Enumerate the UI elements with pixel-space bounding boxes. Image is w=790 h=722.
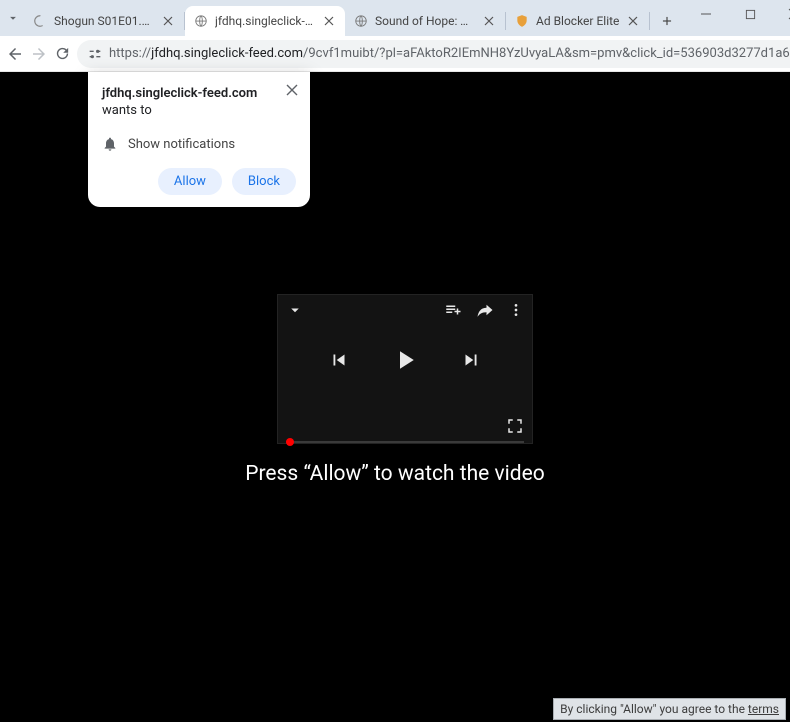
close-popup-button[interactable] — [284, 82, 300, 98]
terms-text: By clicking "Allow" you agree to the — [560, 702, 748, 716]
more-vert-icon — [508, 302, 524, 318]
close-window-button[interactable] — [772, 0, 790, 28]
notification-permission-popup: jfdhq.singleclick-feed.com wants to Show… — [88, 72, 310, 207]
site-settings-icon[interactable] — [87, 46, 103, 62]
forward-button[interactable] — [30, 40, 48, 68]
terms-tooltip: By clicking "Allow" you agree to the ter… — [553, 698, 786, 720]
url-host: jfdhq.singleclick-feed.com — [151, 46, 303, 61]
forward-icon — [30, 45, 48, 63]
page-content: Press “Allow” to watch the video jfdhq.s… — [0, 72, 790, 722]
globe-icon — [353, 13, 369, 29]
window-controls — [684, 0, 790, 36]
instruction-text: Press “Allow” to watch the video — [0, 462, 790, 486]
back-button[interactable] — [6, 40, 24, 68]
permission-row: Show notifications — [102, 136, 296, 152]
fullscreen-button[interactable] — [506, 417, 524, 435]
block-button[interactable]: Block — [232, 168, 296, 195]
minimize-button[interactable] — [684, 0, 728, 28]
close-icon[interactable] — [160, 13, 176, 29]
skip-previous-icon — [328, 349, 350, 371]
queue-button[interactable] — [444, 301, 462, 319]
progress-thumb[interactable] — [286, 438, 294, 446]
tab-title: Sound of Hope: The Story — [375, 14, 475, 28]
video-player[interactable] — [277, 294, 533, 444]
new-tab-button[interactable] — [654, 8, 680, 34]
share-button[interactable] — [476, 301, 494, 319]
search-tabs-button[interactable] — [6, 4, 20, 32]
maximize-button[interactable] — [728, 0, 772, 28]
reload-button[interactable] — [54, 40, 71, 68]
previous-button[interactable] — [328, 349, 350, 371]
address-bar[interactable]: https://jfdhq.singleclick-feed.com/9cvf1… — [77, 40, 790, 68]
tab-singleclick[interactable]: jfdhq.singleclick-feed.com/ — [185, 6, 345, 36]
notification-wants-to: wants to — [102, 103, 296, 118]
progress-bar[interactable] — [286, 441, 524, 443]
collapse-button[interactable] — [286, 301, 304, 319]
chevron-down-icon — [6, 11, 20, 25]
skip-next-icon — [460, 349, 482, 371]
back-icon — [6, 45, 24, 63]
player-top-row — [278, 295, 532, 325]
reload-icon — [54, 45, 71, 62]
close-icon[interactable] — [321, 13, 337, 29]
bell-icon — [102, 136, 118, 152]
player-controls — [278, 325, 532, 395]
fullscreen-icon — [506, 417, 524, 435]
close-icon — [286, 84, 298, 96]
url-protocol: https:// — [109, 46, 151, 61]
playlist-add-icon — [444, 301, 462, 319]
browser-titlebar: Shogun S01E01.mp4 jfdhq.singleclick-feed… — [0, 0, 790, 36]
chevron-down-icon — [286, 301, 304, 319]
plus-icon — [660, 14, 674, 28]
tab-strip: Shogun S01E01.mp4 jfdhq.singleclick-feed… — [24, 0, 684, 36]
tab-adblocker[interactable]: Ad Blocker Elite — [506, 6, 649, 36]
tab-title: jfdhq.singleclick-feed.com/ — [215, 14, 315, 28]
notification-origin: jfdhq.singleclick-feed.com — [102, 86, 296, 101]
permission-label: Show notifications — [128, 137, 235, 152]
tab-sound-of-hope[interactable]: Sound of Hope: The Story — [345, 6, 505, 36]
tab-separator — [649, 12, 650, 30]
tab-shogun[interactable]: Shogun S01E01.mp4 — [24, 6, 184, 36]
more-button[interactable] — [508, 302, 524, 318]
next-button[interactable] — [460, 349, 482, 371]
maximize-icon — [745, 9, 756, 20]
shield-icon — [514, 13, 530, 29]
notification-actions: Allow Block — [102, 168, 296, 195]
close-icon[interactable] — [481, 13, 497, 29]
share-icon — [476, 301, 494, 319]
tab-title: Ad Blocker Elite — [536, 14, 619, 28]
minimize-icon — [700, 8, 712, 20]
play-icon — [390, 345, 420, 375]
url-text: https://jfdhq.singleclick-feed.com/9cvf1… — [109, 46, 790, 61]
allow-button[interactable]: Allow — [158, 168, 222, 195]
play-button[interactable] — [390, 345, 420, 375]
close-icon[interactable] — [625, 13, 641, 29]
spinner-icon — [32, 13, 48, 29]
tab-title: Shogun S01E01.mp4 — [54, 14, 154, 28]
browser-toolbar: https://jfdhq.singleclick-feed.com/9cvf1… — [0, 36, 790, 72]
terms-link[interactable]: terms — [748, 702, 779, 716]
url-path: /9cvf1muibt/?pl=aFAktoR2IEmNH8YzUvyaLA&s… — [303, 46, 790, 61]
globe-icon — [193, 13, 209, 29]
